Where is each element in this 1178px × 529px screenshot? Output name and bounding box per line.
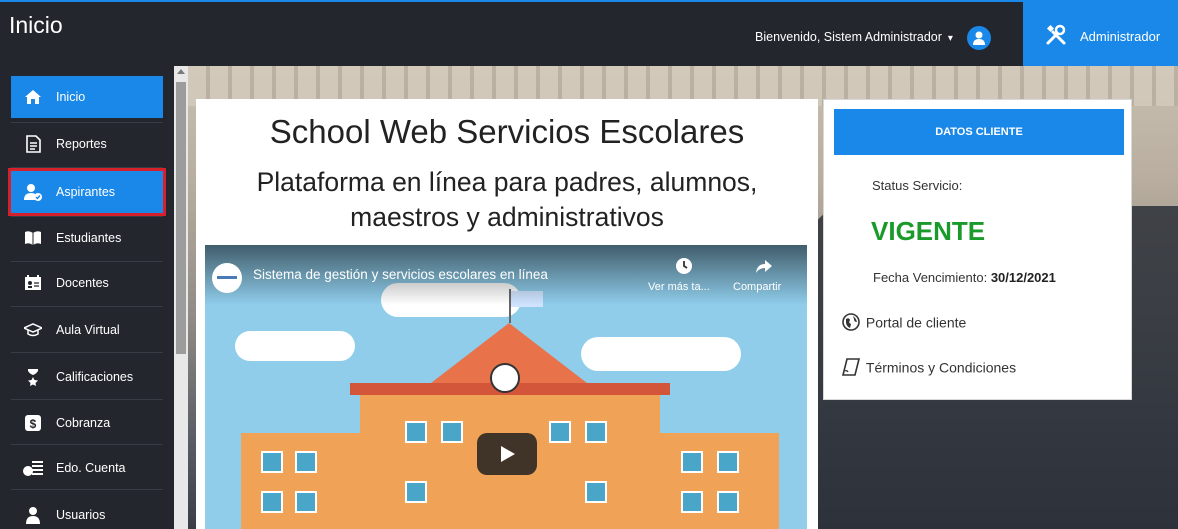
sidebar-item-label: Calificaciones bbox=[56, 370, 134, 384]
play-button[interactable] bbox=[477, 433, 537, 475]
divider bbox=[11, 444, 163, 445]
page-title: Inicio bbox=[9, 12, 63, 38]
sidebar-item-calificaciones[interactable]: Calificaciones bbox=[11, 356, 163, 398]
teacher-icon bbox=[25, 275, 41, 290]
subtitle-line: maestros y administrativos bbox=[350, 202, 664, 232]
subtitle: Plataforma en línea para padres, alumnos… bbox=[196, 165, 818, 235]
window-decoration bbox=[585, 481, 607, 503]
window-decoration bbox=[261, 451, 283, 473]
book-icon bbox=[25, 231, 41, 245]
window-decoration bbox=[441, 421, 463, 443]
status-label: Status Servicio: bbox=[872, 178, 963, 193]
user-check-icon bbox=[24, 184, 42, 201]
window-decoration bbox=[405, 481, 427, 503]
window-decoration bbox=[585, 421, 607, 443]
expiry-value: 30/12/2021 bbox=[990, 270, 1056, 285]
admin-label: Administrador bbox=[1080, 29, 1161, 44]
video-player[interactable]: Sistema de gestión y servicios escolares… bbox=[205, 245, 807, 529]
svg-text:$: $ bbox=[30, 417, 37, 431]
sidebar-item-edo-cuenta[interactable]: Edo. Cuenta bbox=[11, 447, 163, 489]
window-decoration bbox=[681, 491, 703, 513]
window-decoration bbox=[405, 421, 427, 443]
dollar-icon: $ bbox=[25, 415, 41, 431]
contract-icon bbox=[841, 358, 861, 377]
welcome-text: Bienvenido, Sistem Administrador bbox=[755, 30, 942, 44]
sidebar-item-label: Estudiantes bbox=[56, 231, 122, 245]
client-card: DATOS CLIENTE Status Servicio: VIGENTE F… bbox=[823, 99, 1132, 400]
divider bbox=[11, 352, 163, 353]
document-icon bbox=[26, 135, 41, 153]
window-decoration bbox=[717, 491, 739, 513]
terms-link[interactable]: Términos y Condiciones bbox=[840, 358, 1017, 377]
expiry-label: Fecha Vencimiento: bbox=[873, 270, 988, 285]
sidebar-item-label: Usuarios bbox=[56, 508, 106, 522]
window-decoration bbox=[681, 451, 703, 473]
sidebar-item-label: Aula Virtual bbox=[56, 323, 120, 337]
divider bbox=[11, 489, 163, 490]
sidebar-item-aula-virtual[interactable]: Aula Virtual bbox=[11, 309, 163, 351]
window-decoration bbox=[295, 491, 317, 513]
play-icon bbox=[501, 446, 515, 462]
status-value: VIGENTE bbox=[871, 216, 986, 246]
sidebar-item-aspirantes[interactable]: Aspirantes bbox=[8, 168, 166, 216]
clock-icon[interactable] bbox=[675, 257, 693, 275]
school-title: School Web Servicios Escolares bbox=[269, 113, 745, 150]
sidebar-item-label: Inicio bbox=[56, 90, 86, 104]
tools-icon bbox=[1046, 24, 1066, 45]
window-decoration bbox=[295, 451, 317, 473]
scrollbar-thumb[interactable] bbox=[176, 82, 186, 354]
window-decoration bbox=[549, 421, 571, 443]
top-bar: Inicio Bienvenido, Sistem Administrador ▾… bbox=[0, 0, 1178, 68]
sidebar-item-reportes[interactable]: Reportes bbox=[11, 123, 163, 165]
cloud-decoration bbox=[581, 337, 741, 371]
divider bbox=[11, 399, 163, 400]
datos-cliente-button[interactable]: DATOS CLIENTE bbox=[834, 109, 1124, 155]
portal-link-label: Portal de cliente bbox=[865, 314, 967, 331]
terms-link-label: Términos y Condiciones bbox=[865, 359, 1017, 376]
cloud-decoration bbox=[235, 331, 355, 361]
sidebar-item-docentes[interactable]: Docentes bbox=[11, 262, 163, 304]
window-decoration bbox=[717, 451, 739, 473]
share-label[interactable]: Compartir bbox=[733, 281, 781, 293]
admin-button[interactable]: Administrador bbox=[1023, 2, 1178, 68]
window-decoration bbox=[261, 491, 283, 513]
building-wing bbox=[241, 433, 361, 529]
divider bbox=[11, 167, 163, 168]
user-menu[interactable]: Bienvenido, Sistem Administrador ▾ bbox=[755, 30, 953, 44]
coins-icon bbox=[23, 461, 43, 476]
sidebar-item-inicio[interactable]: Inicio bbox=[11, 76, 163, 118]
award-icon bbox=[28, 369, 38, 386]
sidebar-item-label: Docentes bbox=[56, 276, 109, 290]
video-title[interactable]: Sistema de gestión y servicios escolares… bbox=[253, 267, 548, 282]
sidebar-item-label: Reportes bbox=[56, 137, 107, 151]
user-icon bbox=[26, 507, 40, 524]
sidebar-item-label: Edo. Cuenta bbox=[56, 461, 126, 475]
main-card: School Web Servicios Escolares Plataform… bbox=[196, 99, 818, 529]
graduation-cap-icon bbox=[24, 323, 42, 337]
globe-icon bbox=[842, 313, 860, 332]
scroll-up-arrow-icon[interactable] bbox=[177, 69, 185, 74]
sidebar-item-label: Cobranza bbox=[56, 416, 111, 430]
caret-down-icon: ▾ bbox=[947, 33, 953, 44]
watch-later-label[interactable]: Ver más ta... bbox=[648, 281, 710, 293]
building-wing bbox=[659, 433, 779, 529]
portal-link[interactable]: Portal de cliente bbox=[840, 313, 967, 332]
subtitle-line: Plataforma en línea para padres, alumnos… bbox=[256, 167, 758, 197]
user-avatar-icon[interactable] bbox=[967, 26, 991, 50]
sidebar: Inicio Reportes Aspirantes Estudiantes D… bbox=[0, 66, 174, 529]
share-icon[interactable] bbox=[755, 257, 773, 275]
sidebar-item-usuarios[interactable]: Usuarios bbox=[11, 494, 163, 529]
home-icon bbox=[25, 90, 41, 104]
expiry-date: Fecha Vencimiento: 30/12/2021 bbox=[873, 270, 1056, 285]
sidebar-item-cobranza[interactable]: $ Cobranza bbox=[11, 402, 163, 444]
sidebar-item-estudiantes[interactable]: Estudiantes bbox=[11, 217, 163, 259]
sidebar-item-label: Aspirantes bbox=[56, 185, 116, 199]
clock-icon bbox=[490, 363, 520, 393]
sidebar-scrollbar[interactable] bbox=[174, 66, 188, 529]
divider bbox=[11, 306, 163, 307]
channel-logo[interactable] bbox=[212, 263, 242, 293]
